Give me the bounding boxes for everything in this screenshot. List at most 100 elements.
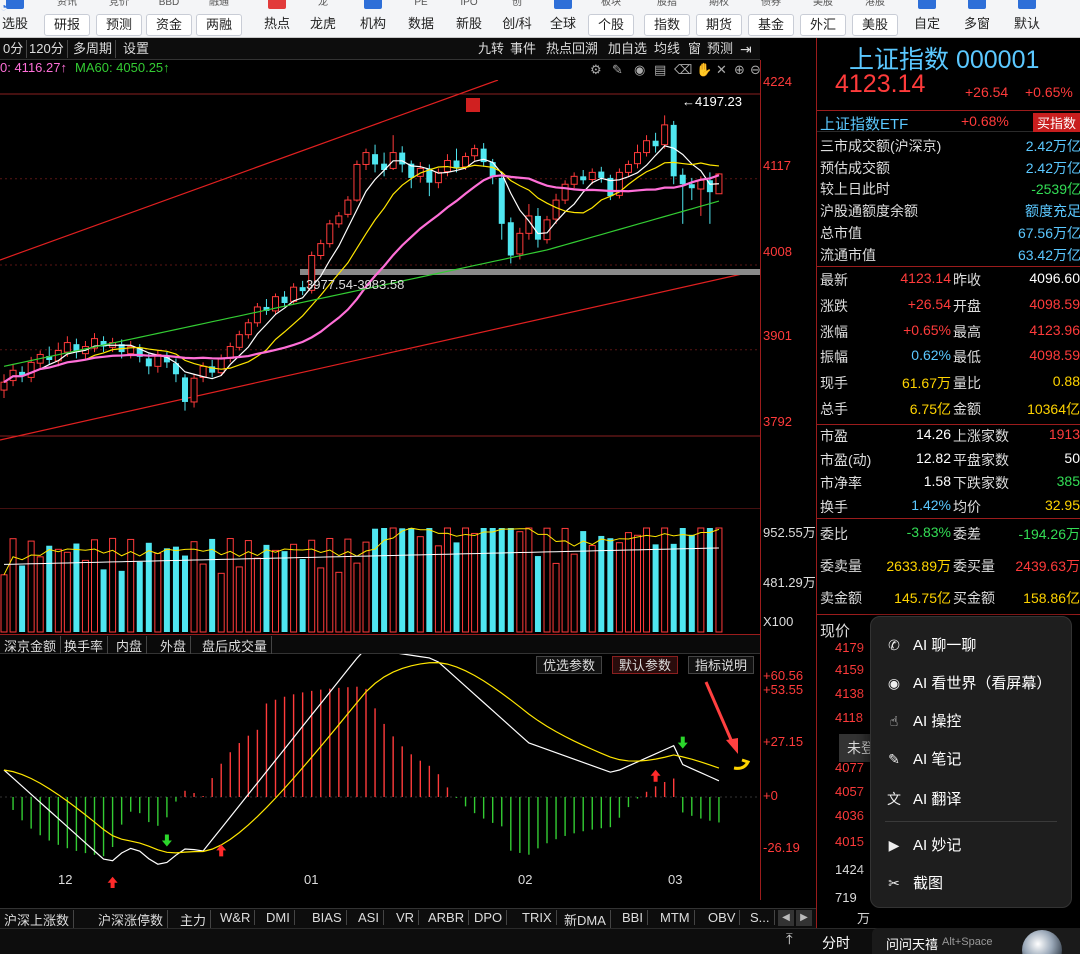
indicator-tab-0[interactable]: 沪深上涨数 [0, 910, 75, 929]
exit-icon[interactable]: ⇥ [740, 40, 752, 58]
tab-multi-period[interactable]: 多周期 [70, 40, 117, 58]
toolbar-item-20[interactable]: 默认 [1004, 0, 1050, 38]
toolbar-item-16[interactable]: 美股 外汇 [800, 0, 846, 38]
indicator-tab-4[interactable]: DMI [262, 910, 295, 925]
ask-assistant-bar[interactable]: 问问天禧 Alt+Space [872, 928, 1080, 954]
indicator-tab-9[interactable]: DPO [470, 910, 508, 925]
hand-icon[interactable]: ✋ [696, 62, 712, 78]
buy-index-button[interactable]: 买指数 [1033, 113, 1080, 132]
indicator-tab-12[interactable]: BBI [618, 910, 648, 925]
upload-icon[interactable]: ⤒ [786, 931, 793, 948]
tab-add-favorite[interactable]: 加自选 [608, 40, 647, 58]
settings-icon[interactable]: ⚙ [590, 62, 602, 78]
ask-label[interactable]: 问问天禧 [886, 934, 938, 953]
index-code: 000001 [955, 46, 1040, 74]
ai-menu-item-1[interactable]: ◉ AI 看世界（看屏幕） [885, 669, 1061, 697]
toolbar-item-17[interactable]: 港股 美股 [852, 0, 898, 38]
pencil-icon[interactable]: ✎ [612, 62, 623, 78]
indicator-tab-1[interactable]: 沪深涨停数 [94, 910, 169, 929]
quote-value: 4123.96 [1029, 321, 1080, 338]
indicator-tab[interactable]: 换手率 [60, 636, 109, 655]
etf-label[interactable]: 上证指数ETF [820, 113, 908, 134]
toolbar-item-11[interactable]: 全球 [540, 0, 586, 38]
quote-label: 买金额 [953, 590, 995, 606]
toolbar-item-6[interactable]: 龙龙虎 [300, 0, 346, 38]
indicator-tab-6[interactable]: ASI [354, 910, 384, 925]
candlestick-chart[interactable]: ←4197.23 3977.54-3983.58 [0, 80, 760, 508]
indicator-tab[interactable]: 外盘 [156, 636, 192, 655]
print-icon[interactable]: ▤ [654, 62, 666, 78]
toolbar-item-4[interactable]: 融通 两融 [196, 0, 242, 38]
scroll-left-button[interactable]: ◀ [778, 910, 794, 926]
control-icon: ☝ [889, 713, 899, 729]
volume-chart[interactable] [0, 508, 760, 634]
candle-body [516, 232, 524, 255]
macd-chart[interactable]: 12 01 02 03 [0, 654, 760, 888]
indicator-tab[interactable]: 盘后成交量 [198, 636, 273, 655]
tab-window[interactable]: 窗 [688, 40, 701, 58]
candle-body [335, 215, 343, 225]
dropdown-arrow-icon[interactable]: ▾ [1034, 18, 1039, 29]
toolbar-item-13[interactable]: 股指 指数 [644, 0, 690, 38]
tab-timeshare[interactable]: 分时 [822, 933, 850, 953]
toolbar-item-9[interactable]: IPO 新股 [446, 0, 492, 38]
tab-period-120[interactable]: 120分 [26, 40, 68, 58]
toolbar-item-10[interactable]: 创创/科 [494, 0, 540, 38]
indicator-tab-13[interactable]: MTM [656, 910, 695, 925]
ai-menu-label: AI 看世界（看屏幕） [913, 675, 1052, 692]
indicator-tab[interactable]: 深京金额 [0, 636, 62, 655]
assistant-orb-icon[interactable] [1022, 930, 1062, 954]
toolbar-item-2[interactable]: 竞价 预测 [96, 0, 142, 38]
stock-picker-icon[interactable]: ◔ [0, 0, 7, 14]
indicator-tab-15[interactable]: S... [746, 910, 775, 925]
indicator-tab-11[interactable]: 新DMA [560, 910, 611, 929]
tab-hotspot-review[interactable]: 热点回溯 [546, 40, 598, 58]
volume-bar [480, 528, 487, 632]
ai-menu-item-4[interactable]: 文 AI 翻译 [885, 785, 1061, 813]
toolbar-item-label: 机构 [359, 16, 386, 31]
zoom-in-icon[interactable]: ⊕ [734, 62, 745, 78]
toolbar-item-8[interactable]: PE 数据 [398, 0, 444, 38]
tab-settings[interactable]: 设置 [120, 40, 152, 58]
toolbar-item-7[interactable]: 机构 [350, 0, 396, 38]
etf-row[interactable]: 上证指数ETF +0.68% 买指数 [817, 110, 1080, 134]
note-marker-icon[interactable] [466, 98, 480, 112]
scroll-right-button[interactable]: ▶ [796, 910, 812, 926]
toolbar-item-15[interactable]: 债券 基金 [748, 0, 794, 38]
indicator-tab-2[interactable]: 主力 [176, 910, 212, 929]
ai-menu-item-2[interactable]: ☝ AI 操控 [885, 707, 1061, 735]
ai-menu-item-5[interactable]: ▶ AI 妙记 [885, 831, 1061, 859]
toolbar-item-top: 港股 [865, 0, 885, 8]
indicator-tab-5[interactable]: BIAS [308, 910, 347, 925]
default-params-button[interactable]: 默认参数 [612, 656, 679, 674]
axis-price-3792: 3792 [763, 414, 792, 429]
close-icon[interactable]: ✕ [716, 62, 727, 78]
tab-ma[interactable]: 均线 [654, 40, 680, 58]
tab-events[interactable]: 事件 [510, 40, 536, 58]
preferred-params-button[interactable]: 优选参数 [536, 656, 603, 674]
indicator-tab-7[interactable]: VR [392, 910, 420, 925]
indicator-tab-10[interactable]: TRIX [518, 910, 557, 925]
quote-value: 1.42% [911, 496, 951, 513]
ai-menu-item-3[interactable]: ✎ AI 笔记 [885, 745, 1061, 773]
ai-menu-item-6[interactable]: ✂ 截图 [885, 869, 1061, 897]
toolbar-item-1[interactable]: 资讯 研报 [44, 0, 90, 38]
indicator-tab-8[interactable]: ARBR [424, 910, 470, 925]
indicator-tab-3[interactable]: W&R [216, 910, 256, 925]
tab-period-0[interactable]: 0分 [0, 40, 28, 58]
toolbar-item-3[interactable]: BBD 资金 [146, 0, 192, 38]
tab-jiuzhuan[interactable]: 九转 [478, 40, 504, 58]
toolbar-item-14[interactable]: 期权 期货 [696, 0, 742, 38]
toolbar-item-12[interactable]: 板块 个股 [588, 0, 634, 38]
visibility-icon[interactable]: ◉ [634, 62, 645, 78]
indicator-help-button[interactable]: 指标说明 [688, 656, 755, 674]
ai-menu-item-0[interactable]: ✆ AI 聊一聊 [885, 631, 1061, 659]
tab-predict[interactable]: 预测 [707, 40, 733, 58]
volume-bar [190, 541, 198, 633]
indicator-tab-14[interactable]: OBV [704, 910, 741, 925]
toolbar-item-18[interactable]: 自定 [904, 0, 950, 38]
toolbar-item-19[interactable]: 多窗 [954, 0, 1000, 38]
indicator-tab[interactable]: 内盘 [112, 636, 148, 655]
delete-icon[interactable]: ⌫ [674, 62, 692, 78]
toolbar-item-5[interactable]: 热点 [254, 0, 300, 38]
